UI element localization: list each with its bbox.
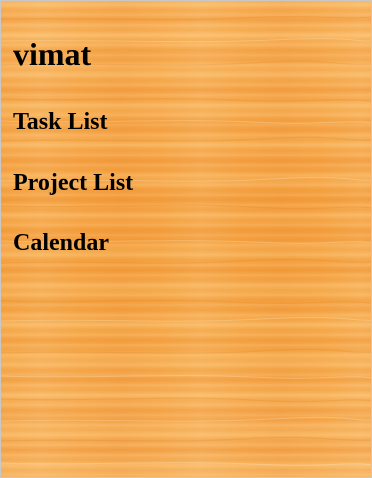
page-background: vimat Task List Project List Calendar xyxy=(0,0,372,478)
nav-link-project-list[interactable]: Project List xyxy=(13,168,133,198)
app-title: vimat xyxy=(13,36,92,72)
nav-link-task-list[interactable]: Task List xyxy=(13,107,108,137)
nav-link-calendar[interactable]: Calendar xyxy=(13,228,109,258)
